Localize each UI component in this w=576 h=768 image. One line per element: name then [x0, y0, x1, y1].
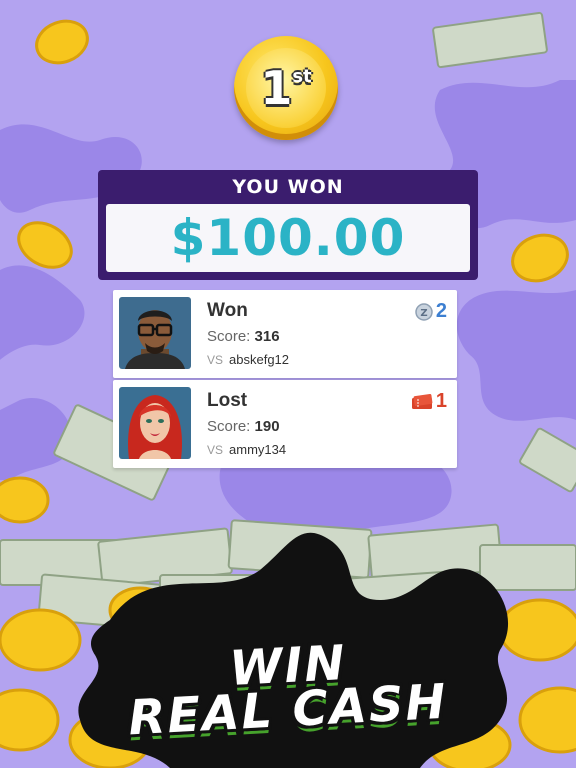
prize-panel: YOU WON $100.00: [98, 170, 478, 280]
prize-amount-box: $100.00: [106, 204, 470, 272]
score-value: 190: [254, 418, 280, 435]
prize-title: YOU WON: [232, 176, 344, 198]
score-line: Score: 190: [207, 418, 280, 435]
player-avatar-man-icon: [119, 297, 191, 369]
ticket-icon: [411, 393, 433, 409]
z-token-icon: Z: [415, 302, 433, 321]
result-outcome: Lost: [207, 390, 248, 411]
svg-text:Z: Z: [420, 308, 427, 319]
result-outcome: Won: [207, 300, 248, 321]
prize-count-value: 1: [435, 390, 447, 412]
opponent-line: VS ammy134: [207, 442, 286, 457]
vs-label: VS: [207, 353, 224, 367]
first-place-medal-icon: 1 st: [234, 36, 338, 140]
player-avatar-woman-icon: [119, 387, 191, 459]
prize-count: Z 2: [415, 300, 447, 323]
avatar: [119, 387, 191, 459]
medal-suffix: st: [292, 66, 312, 87]
score-line: Score: 316: [207, 328, 280, 345]
result-card-won[interactable]: Won Score: 316 VS abskefg12 Z 2: [113, 290, 457, 378]
opponent-name: abskefg12: [229, 352, 290, 367]
splat-shape: [0, 265, 85, 360]
medal-number: 1: [260, 61, 293, 115]
opponent-line: VS abskefg12: [207, 352, 289, 367]
score-label: Score:: [207, 418, 251, 435]
splat-shape: [456, 290, 576, 421]
prize-count-value: 2: [435, 300, 447, 322]
score-value: 316: [254, 328, 280, 345]
avatar: [119, 297, 191, 369]
result-card-lost[interactable]: Lost Score: 190 VS ammy134 1: [113, 380, 457, 468]
score-label: Score:: [207, 328, 251, 345]
vs-label: VS: [207, 443, 224, 457]
prize-count: 1: [411, 390, 447, 413]
opponent-name: ammy134: [229, 442, 287, 457]
prize-amount: $100.00: [170, 209, 406, 267]
